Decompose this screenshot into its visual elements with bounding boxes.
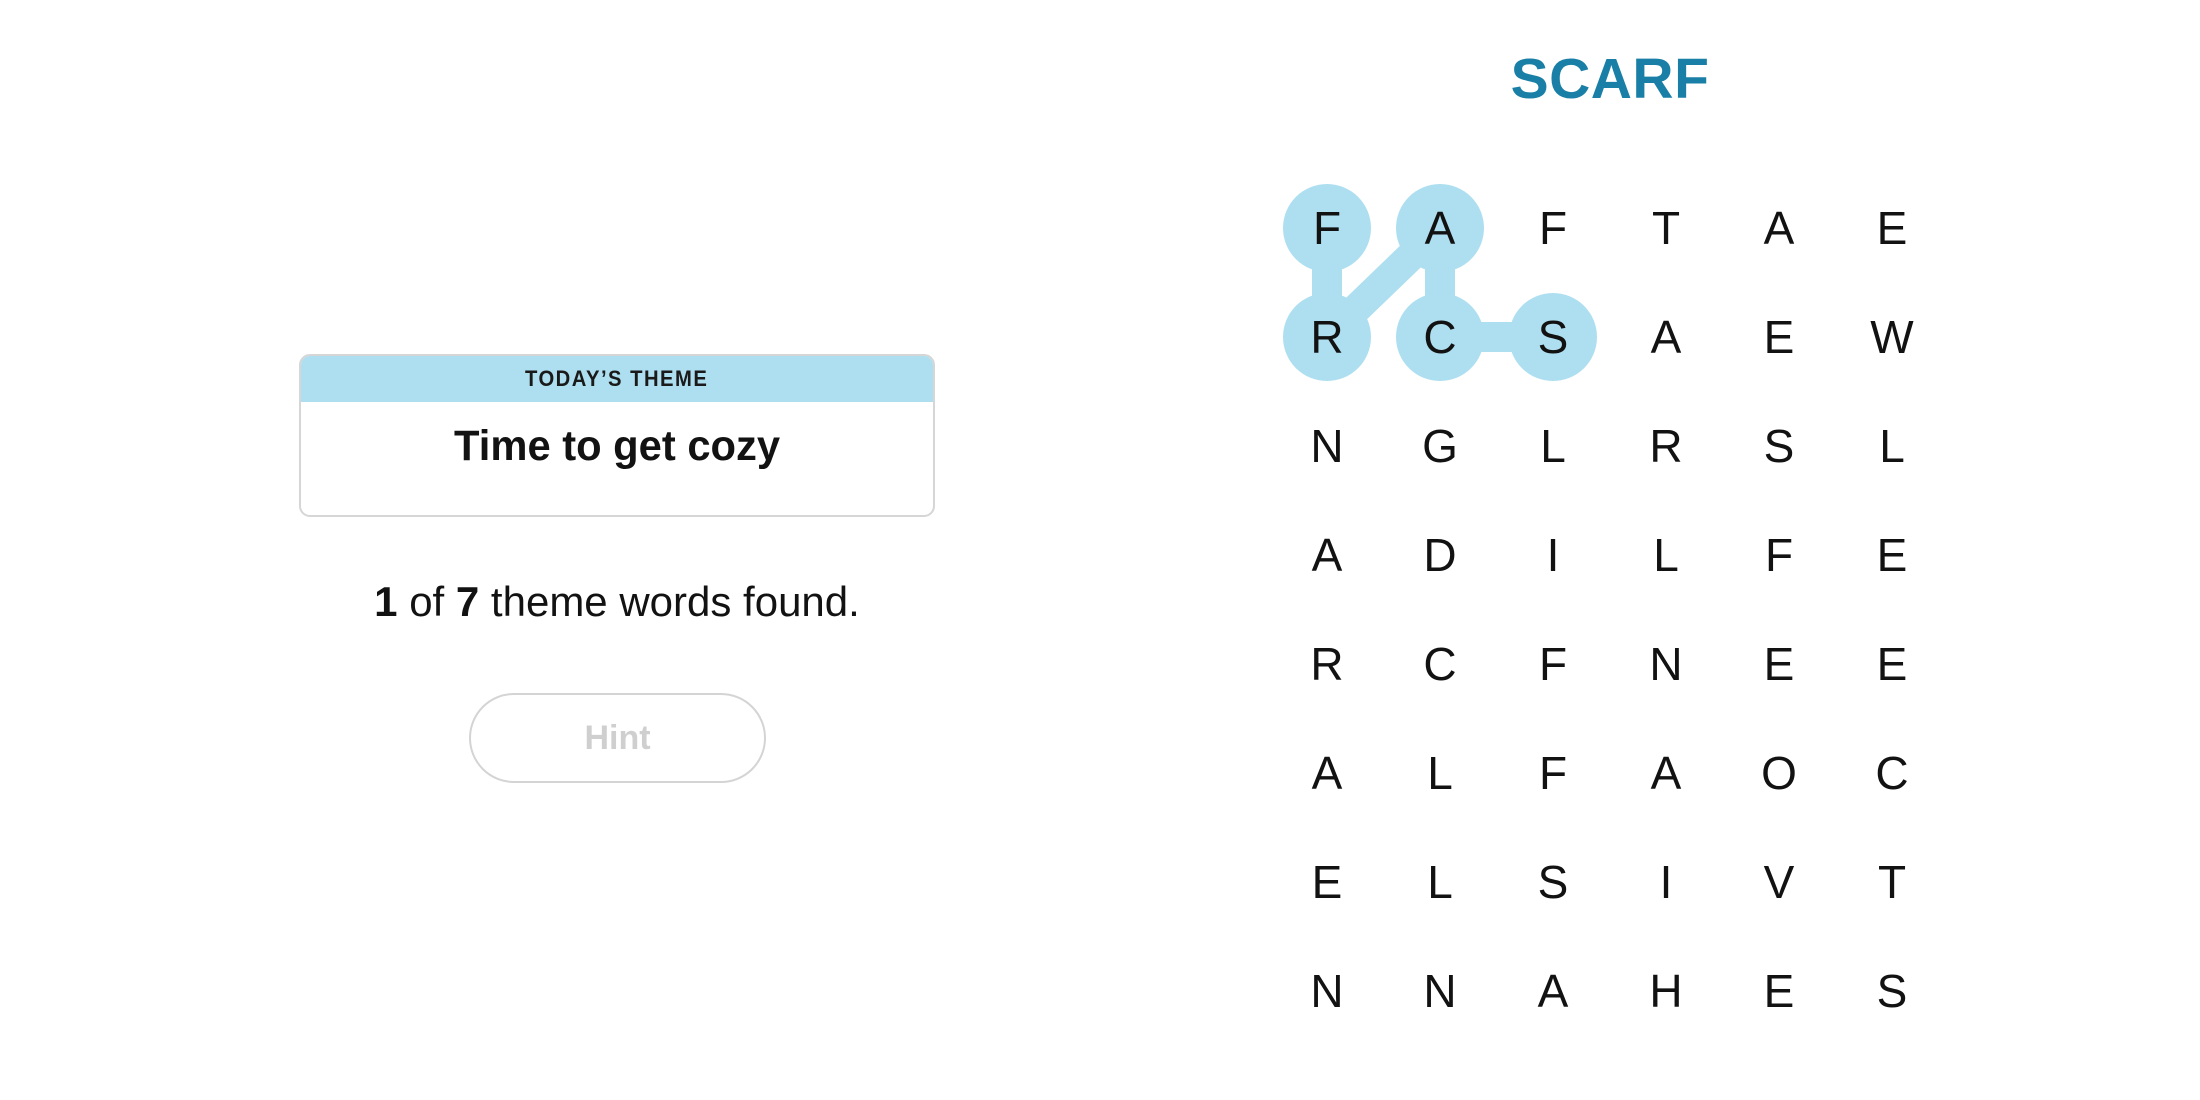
letter-cell-r7-c4[interactable]: E: [1735, 947, 1823, 1035]
letter-cell-r5-c0[interactable]: A: [1283, 729, 1371, 817]
letter-cell-r2-c5[interactable]: L: [1848, 402, 1936, 490]
letter-cell-r6-c3[interactable]: I: [1622, 838, 1710, 926]
letter-board: FAFTAERCSAEWNGLRSLADILFERCFNEEALFAOCELSI…: [1270, 170, 1950, 1050]
progress-suffix: theme words found.: [479, 578, 860, 625]
letter-cell-r7-c0[interactable]: N: [1283, 947, 1371, 1035]
theme-label: TODAY’S THEME: [525, 366, 709, 391]
letter-cell-r1-c0[interactable]: R: [1283, 293, 1371, 381]
letter-cell-r6-c5[interactable]: T: [1848, 838, 1936, 926]
letter-cell-r2-c1[interactable]: G: [1396, 402, 1484, 490]
theme-card: TODAY’S THEME Time to get cozy: [299, 354, 935, 517]
letter-cell-r5-c3[interactable]: A: [1622, 729, 1710, 817]
letter-cell-r5-c2[interactable]: F: [1509, 729, 1597, 817]
letter-cell-r3-c5[interactable]: E: [1848, 511, 1936, 599]
letter-cell-r3-c1[interactable]: D: [1396, 511, 1484, 599]
letter-cell-r2-c4[interactable]: S: [1735, 402, 1823, 490]
letter-cell-r6-c0[interactable]: E: [1283, 838, 1371, 926]
letter-cell-r1-c1[interactable]: C: [1396, 293, 1484, 381]
letter-cell-r0-c1[interactable]: A: [1396, 184, 1484, 272]
letter-cell-r4-c0[interactable]: R: [1283, 620, 1371, 708]
letter-cell-r2-c3[interactable]: R: [1622, 402, 1710, 490]
letter-cell-r1-c5[interactable]: W: [1848, 293, 1936, 381]
current-word: SCARF: [1510, 47, 1710, 111]
letter-cell-r3-c0[interactable]: A: [1283, 511, 1371, 599]
total-count: 7: [455, 578, 480, 625]
letter-cell-r1-c3[interactable]: A: [1622, 293, 1710, 381]
letter-cell-r7-c2[interactable]: A: [1509, 947, 1597, 1035]
theme-words-progress: 1 of 7 theme words found.: [299, 578, 935, 626]
letter-cell-r4-c4[interactable]: E: [1735, 620, 1823, 708]
letter-cell-r6-c4[interactable]: V: [1735, 838, 1823, 926]
selection-path: [1312, 217, 1553, 352]
letter-cell-r2-c2[interactable]: L: [1509, 402, 1597, 490]
letter-cell-r3-c2[interactable]: I: [1509, 511, 1597, 599]
letter-cell-r7-c3[interactable]: H: [1622, 947, 1710, 1035]
letter-cell-r6-c2[interactable]: S: [1509, 838, 1597, 926]
hint-button[interactable]: Hint: [469, 693, 766, 783]
letter-cell-r0-c3[interactable]: T: [1622, 184, 1710, 272]
letter-cell-r7-c5[interactable]: S: [1848, 947, 1936, 1035]
letter-cell-r6-c1[interactable]: L: [1396, 838, 1484, 926]
found-count: 1: [374, 578, 398, 625]
theme-card-body: Time to get cozy: [301, 402, 933, 515]
of-text: of: [397, 578, 456, 625]
letter-cell-r0-c0[interactable]: F: [1283, 184, 1371, 272]
letter-cell-r4-c2[interactable]: F: [1509, 620, 1597, 708]
letter-cell-r2-c0[interactable]: N: [1283, 402, 1371, 490]
letter-cell-r5-c4[interactable]: O: [1735, 729, 1823, 817]
letter-cell-r1-c2[interactable]: S: [1509, 293, 1597, 381]
letter-cell-r0-c4[interactable]: A: [1735, 184, 1823, 272]
theme-card-header: TODAY’S THEME: [301, 356, 933, 402]
theme-title: Time to get cozy: [453, 422, 781, 470]
letter-cell-r4-c3[interactable]: N: [1622, 620, 1710, 708]
letter-cell-r0-c5[interactable]: E: [1848, 184, 1936, 272]
letter-cell-r3-c4[interactable]: F: [1735, 511, 1823, 599]
letter-cell-r0-c2[interactable]: F: [1509, 184, 1597, 272]
letter-cell-r5-c1[interactable]: L: [1396, 729, 1484, 817]
letter-cell-r4-c5[interactable]: E: [1848, 620, 1936, 708]
letter-cell-r7-c1[interactable]: N: [1396, 947, 1484, 1035]
letter-cell-r4-c1[interactable]: C: [1396, 620, 1484, 708]
letter-cell-r1-c4[interactable]: E: [1735, 293, 1823, 381]
letter-cell-r5-c5[interactable]: C: [1848, 729, 1936, 817]
letter-cell-r3-c3[interactable]: L: [1622, 511, 1710, 599]
